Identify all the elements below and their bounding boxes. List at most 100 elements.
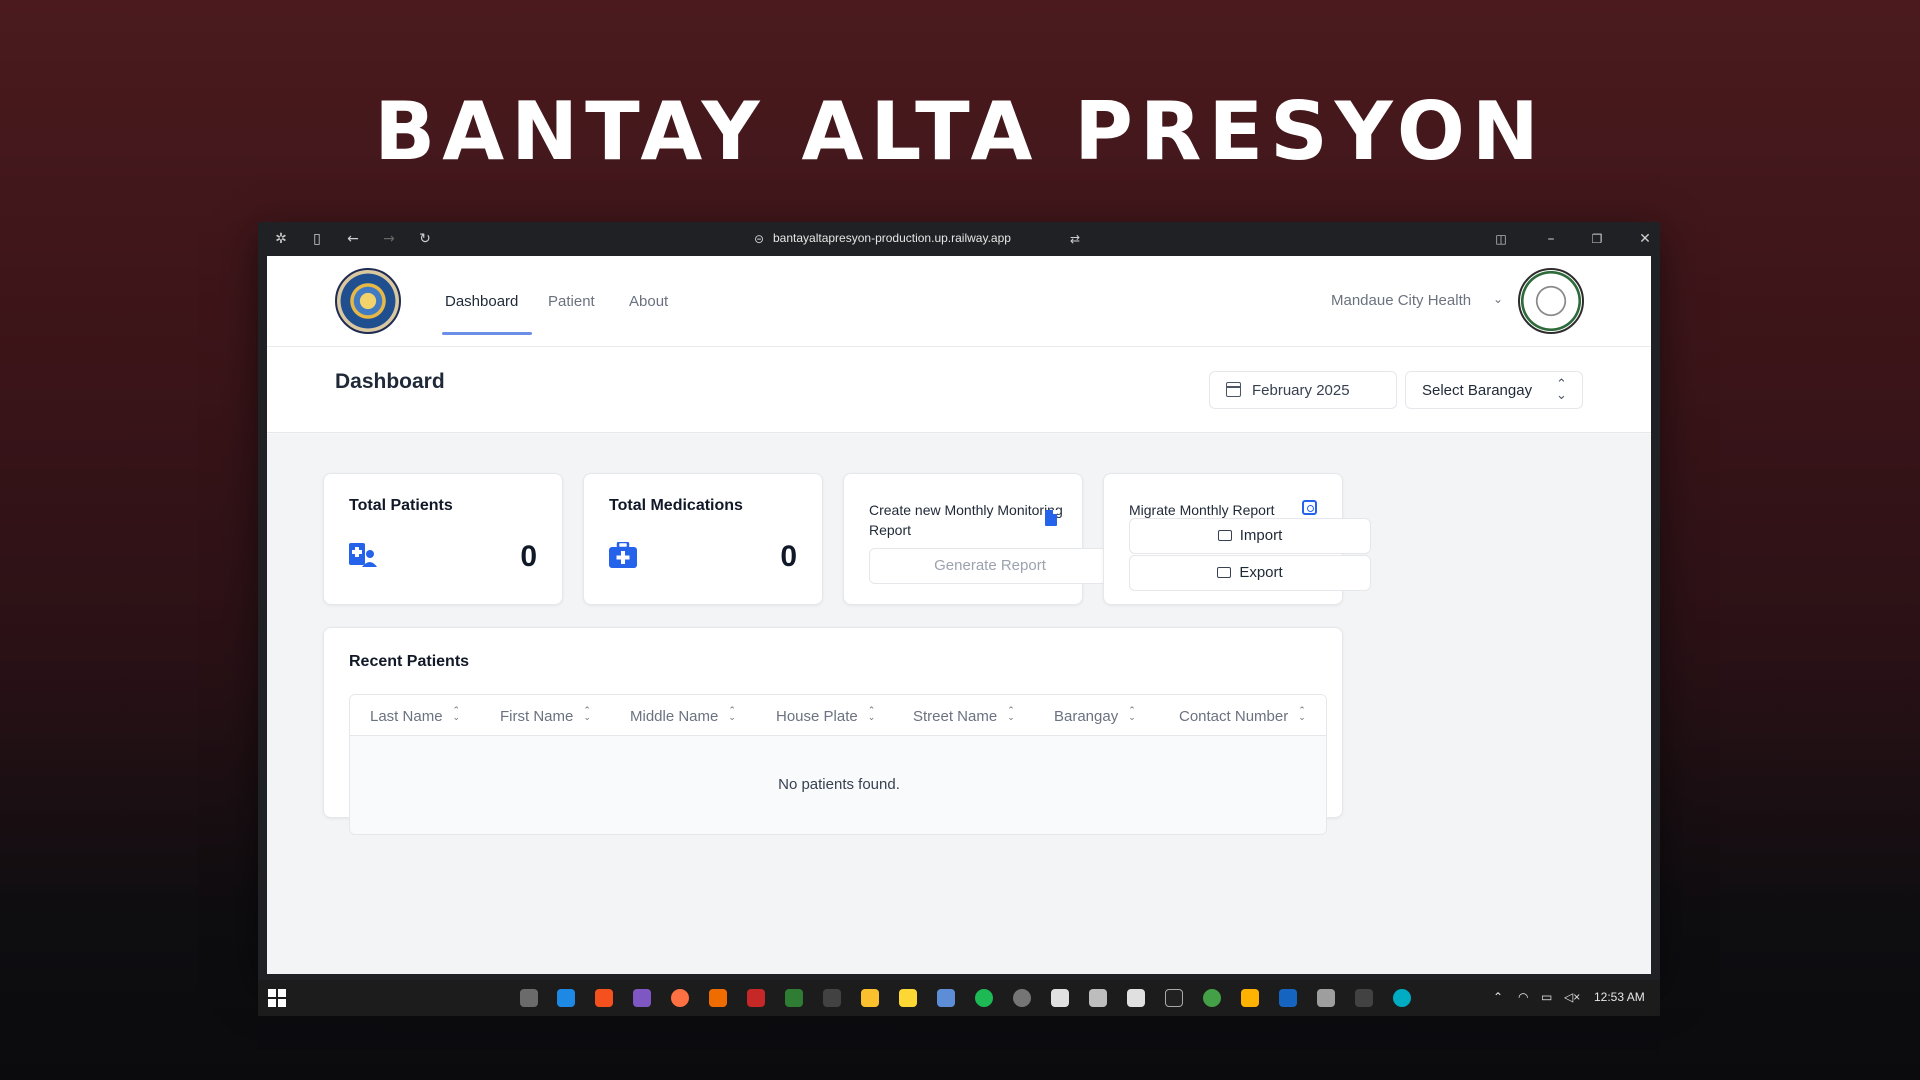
app-icon[interactable] — [899, 989, 917, 1007]
app-icon[interactable] — [671, 989, 689, 1007]
dashboard-header: Dashboard February 2025 Select Barangay … — [267, 347, 1651, 433]
windows-taskbar: ⌃ ◠ ▭ ◁× 12:53 AM — [258, 980, 1660, 1016]
app-icon[interactable] — [1203, 989, 1221, 1007]
chevron-down-icon[interactable]: ⌄ — [1493, 292, 1503, 306]
edge-icon[interactable] — [1393, 989, 1411, 1007]
arc-icon[interactable] — [633, 989, 651, 1007]
app-icon[interactable] — [1355, 989, 1373, 1007]
org-selector[interactable]: Mandaue City Health — [1331, 292, 1471, 309]
vscode-icon[interactable] — [557, 989, 575, 1007]
android-studio-icon[interactable] — [785, 989, 803, 1007]
card-title: Total Patients — [349, 497, 453, 514]
total-medications-card: Total Medications 0 — [583, 473, 823, 605]
empty-state-message: No patients found. — [778, 776, 900, 793]
phpstorm-icon[interactable] — [1165, 989, 1183, 1007]
search-app-icon[interactable] — [709, 989, 727, 1007]
close-icon[interactable]: ✕ — [1636, 230, 1654, 248]
spotify-icon[interactable] — [975, 989, 993, 1007]
monthly-report-card: Create new Monthly Monitoring Report Gen… — [843, 473, 1111, 605]
column-header-contact-number[interactable]: Contact Number ⌃ ⌄ — [1179, 705, 1306, 726]
column-header-middle-name[interactable]: Middle Name ⌃ ⌄ — [630, 706, 736, 726]
volume-muted-icon[interactable]: ◁× — [1564, 990, 1580, 1004]
import-label: Import — [1239, 527, 1283, 544]
back-icon[interactable]: ← — [344, 230, 362, 248]
web-page: Dashboard Patient About Mandaue City Hea… — [267, 256, 1651, 974]
windows-start-icon[interactable] — [268, 989, 286, 1007]
city-health-department-logo — [1518, 268, 1584, 334]
sort-icon: ⌃ ⌄ — [452, 705, 461, 722]
export-label: Export — [1239, 564, 1283, 581]
total-patients-card: Total Patients 0 — [323, 473, 563, 605]
nav-patient[interactable]: Patient — [548, 293, 595, 310]
scan-icon[interactable] — [1302, 500, 1317, 515]
wifi-icon[interactable]: ◠ — [1518, 990, 1528, 1004]
mandaue-city-seal-logo[interactable] — [335, 268, 401, 334]
medical-kit-icon — [609, 540, 637, 572]
site-info-icon[interactable]: ⊝ — [750, 230, 768, 248]
address-bar[interactable]: bantayaltapresyon-production.up.railway.… — [773, 231, 1011, 245]
app-icon[interactable] — [1051, 989, 1069, 1007]
app-icon[interactable] — [1241, 989, 1259, 1007]
brave-icon[interactable] — [595, 989, 613, 1007]
tray-overflow-icon[interactable]: ⌃ — [1493, 990, 1503, 1004]
notion-icon[interactable] — [1127, 989, 1145, 1007]
import-button[interactable]: Import — [1129, 518, 1371, 554]
postgres-icon[interactable] — [937, 989, 955, 1007]
table-header: Last Name ⌃ ⌄ First Name ⌃ ⌄ Middle Name ⌃ ⌄ H… — [350, 695, 1326, 736]
workspaces-icon[interactable]: ✲ — [272, 230, 290, 248]
sort-icon: ⌃ ⌄ — [867, 705, 876, 722]
export-icon — [1217, 567, 1232, 578]
app-icon[interactable] — [520, 989, 538, 1007]
barangay-select[interactable]: Select Barangay ⌃ ⌄ — [1405, 371, 1583, 409]
restore-icon[interactable]: ❐ — [1588, 230, 1606, 248]
recent-patients-table: Last Name ⌃ ⌄ First Name ⌃ ⌄ Middle Name ⌃ ⌄ H… — [349, 694, 1327, 835]
column-header-street-name[interactable]: Street Name ⌃ ⌄ — [913, 705, 1015, 726]
patients-icon — [349, 542, 377, 572]
month-picker[interactable]: February 2025 — [1209, 371, 1397, 409]
dashboard-content: Total Patients 0 Total Medications 0 Cre… — [267, 434, 1651, 974]
total-medications-value: 0 — [780, 540, 797, 573]
clock[interactable]: 12:53 AM — [1594, 990, 1645, 1004]
sort-icon: ⌃ ⌄ — [1298, 705, 1306, 722]
generate-report-button[interactable]: Generate Report — [869, 548, 1111, 584]
month-picker-value: February 2025 — [1252, 382, 1350, 399]
card-title: Total Medications — [609, 497, 743, 514]
total-patients-value: 0 — [520, 540, 537, 573]
app-icon[interactable] — [1089, 989, 1107, 1007]
file-explorer-icon[interactable] — [861, 989, 879, 1007]
browser-titlebar: ✲ ▯ ← → ↻ ⊝ bantayaltapresyon-production… — [258, 222, 1660, 256]
browser-active-icon[interactable] — [1317, 989, 1335, 1007]
banner-title: BANTAY ALTA PRESYON — [374, 85, 1546, 178]
column-header-house-plate[interactable]: House Plate ⌃ ⌄ — [776, 705, 876, 726]
reload-icon[interactable]: ↻ — [416, 230, 434, 248]
column-header-barangay[interactable]: Barangay ⌃ ⌄ — [1054, 705, 1136, 726]
table-body: No patients found. — [350, 736, 1326, 834]
recent-patients-title: Recent Patients — [349, 653, 470, 670]
column-header-first-name[interactable]: First Name ⌃ ⌄ — [500, 706, 591, 726]
battery-icon[interactable]: ▭ — [1541, 990, 1552, 1004]
nav-about[interactable]: About — [629, 293, 668, 310]
forward-icon[interactable]: → — [380, 230, 398, 248]
github-icon[interactable] — [1013, 989, 1031, 1007]
sort-icon: ⌃ ⌄ — [1128, 705, 1136, 722]
sort-icon: ⌃ ⌄ — [1007, 705, 1015, 722]
terminal-icon[interactable] — [823, 989, 841, 1007]
app-icon[interactable] — [747, 989, 765, 1007]
recent-patients-card: Recent Patients Last Name ⌃ ⌄ First Name ⌃ ⌄… — [323, 627, 1343, 835]
browser-window: ✲ ▯ ← → ↻ ⊝ bantayaltapresyon-production… — [258, 222, 1660, 980]
app-icon[interactable] — [1279, 989, 1297, 1007]
migrate-report-card: Migrate Monthly Report Import Export — [1103, 473, 1371, 605]
split-view-icon[interactable]: ◫ — [1492, 230, 1510, 248]
top-navbar: Dashboard Patient About Mandaue City Hea… — [267, 256, 1651, 347]
import-icon — [1217, 530, 1232, 541]
document-icon — [1045, 510, 1057, 526]
calendar-icon — [1226, 382, 1241, 397]
minimize-icon[interactable]: – — [1542, 230, 1560, 248]
column-header-last-name[interactable]: Last Name ⌃ ⌄ — [370, 705, 461, 726]
nav-dashboard[interactable]: Dashboard — [445, 293, 518, 310]
sidebar-toggle-icon[interactable]: ▯ — [308, 230, 326, 248]
site-settings-icon[interactable]: ⇄ — [1066, 230, 1084, 248]
barangay-select-label: Select Barangay — [1422, 382, 1533, 399]
page-title: Dashboard — [335, 370, 445, 393]
export-button[interactable]: Export — [1129, 555, 1371, 591]
